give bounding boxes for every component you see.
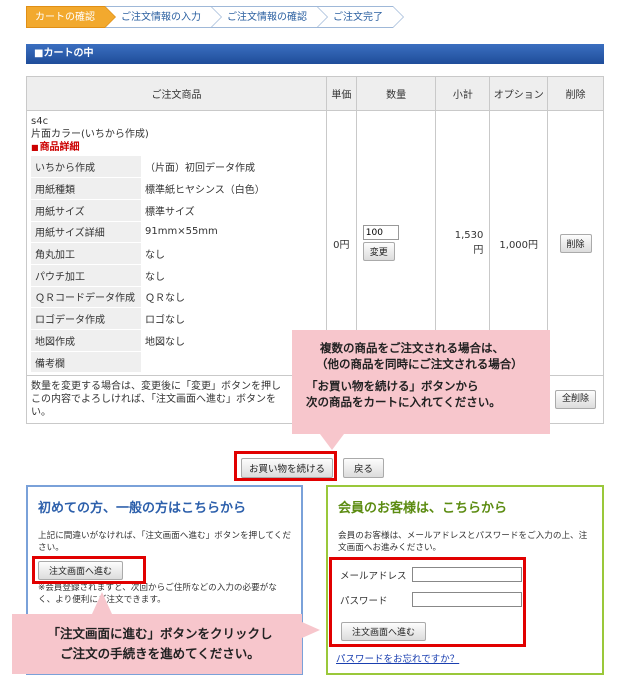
delete-item-button[interactable]: 削除 bbox=[559, 233, 592, 253]
product-detail-label: 商品詳細 bbox=[31, 141, 322, 155]
callout-top-line2: （他の商品を同時にご注文される場合） bbox=[316, 357, 523, 371]
email-row: メールアドレス bbox=[340, 567, 522, 582]
delete-all-cell: 全削除 bbox=[547, 375, 604, 425]
email-label: メールアドレス bbox=[340, 570, 407, 582]
guest-panel-desc: 上記に間違いがなければ、「注文画面へ進む」ボタンを押してください。 bbox=[38, 531, 291, 553]
order-steps: カートの確認 ご注文情報の入力 ご注文情報の確認 ご注文完了 bbox=[26, 6, 404, 28]
callout-top-line1: 複数の商品をご注文される場合は、 bbox=[320, 341, 504, 355]
detail-row: パウチ加工 なし bbox=[31, 264, 311, 287]
quantity-input[interactable] bbox=[362, 225, 399, 241]
header-product: ご注文商品 bbox=[26, 76, 327, 111]
callout-top-line3: 「お買い物を続ける」ボタンから bbox=[306, 379, 479, 393]
detail-row: ＱＲコードデータ作成 ＱＲなし bbox=[31, 286, 311, 309]
member-order-button[interactable]: 注文画面へ進む bbox=[341, 622, 427, 641]
detail-row: 地図作成 地図なし bbox=[31, 329, 311, 352]
detail-row: いちから作成 （片面）初回データ作成 bbox=[31, 156, 311, 179]
detail-row: 用紙サイズ 標準サイズ bbox=[31, 199, 311, 222]
product-detail-table: いちから作成 （片面）初回データ作成 用紙種類 標準紙ヒヤシンス（白色） 用紙サイズ… bbox=[31, 156, 311, 374]
order-button-callout: 「注文画面に進む」ボタンをクリックし ご注文の手続きを進めてください。 bbox=[12, 592, 320, 674]
guest-order-button[interactable]: 注文画面へ進む bbox=[38, 561, 124, 580]
header-subtotal: 小計 bbox=[435, 76, 491, 111]
callout-top-line4: 次の商品をカートに入れてください。 bbox=[306, 395, 501, 409]
detail-row: 用紙種類 標準紙ヒヤシンス（白色） bbox=[31, 177, 311, 200]
guest-member-note: ※会員登録されますと、次回からご住所などの入力の必要がなく、より便利にご注文でき… bbox=[38, 583, 277, 605]
password-input[interactable] bbox=[412, 592, 522, 607]
detail-row: 角丸加工 なし bbox=[31, 242, 311, 265]
member-panel-title: 会員のお客様は、こちらから bbox=[338, 501, 508, 516]
step-confirm: ご注文情報の確認 bbox=[211, 6, 328, 28]
step-cart: カートの確認 bbox=[26, 6, 116, 28]
detail-row: 備考欄 bbox=[31, 351, 311, 374]
password-label: パスワード bbox=[340, 595, 388, 607]
step-order-info: ご注文情報の入力 bbox=[105, 6, 222, 28]
forgot-password-link[interactable]: パスワードをお忘れですか？ bbox=[336, 651, 459, 665]
header-unit-price: 単価 bbox=[325, 76, 357, 111]
guest-panel-title: 初めての方、一般の方はこちらから bbox=[38, 501, 247, 516]
detail-row: ロゴデータ作成 ロゴなし bbox=[31, 307, 311, 330]
email-input[interactable] bbox=[412, 567, 522, 582]
section-title: ■カートの中 bbox=[26, 44, 604, 64]
product-name: 片面カラー(いちから作成) bbox=[31, 129, 149, 140]
callout-bottom-line1: 「注文画面に進む」ボタンをクリックし bbox=[47, 626, 273, 641]
continue-shopping-button[interactable]: お買い物を続ける bbox=[241, 458, 334, 478]
step-complete: ご注文完了 bbox=[317, 6, 404, 28]
change-quantity-button[interactable]: 変更 bbox=[362, 242, 395, 262]
password-row: パスワード bbox=[340, 592, 522, 607]
product-cell: s4c 片面カラー(いちから作成) 商品詳細 いちから作成（片面）初回データ作成… bbox=[26, 109, 327, 377]
cart-header-row: ご注文商品 単価 数量 小計 オプション 削除 bbox=[26, 76, 604, 111]
header-quantity: 数量 bbox=[355, 76, 437, 111]
member-panel-desc: 会員のお客様は、メールアドレスとパスワードをご入力の上、注文画面へお進みください… bbox=[338, 531, 588, 553]
detail-row: 用紙サイズ詳細 91mm×55mm bbox=[31, 221, 311, 244]
delete-all-button[interactable]: 全削除 bbox=[555, 390, 597, 410]
header-delete: 削除 bbox=[547, 76, 604, 111]
delete-cell: 削除 bbox=[547, 109, 604, 377]
callout-bottom-line2: ご注文の手続きを進めてください。 bbox=[60, 646, 260, 661]
product-code: s4c bbox=[31, 116, 49, 127]
back-button[interactable]: 戻る bbox=[343, 458, 385, 478]
header-option: オプション bbox=[489, 76, 549, 111]
continue-shopping-callout: 複数の商品をご注文される場合は、 （他の商品を同時にご注文される場合） 「お買い… bbox=[292, 330, 550, 450]
